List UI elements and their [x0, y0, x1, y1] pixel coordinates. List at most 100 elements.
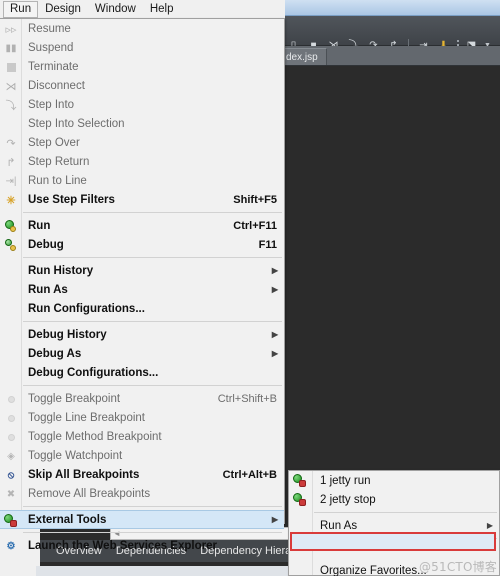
- menu-item-run[interactable]: Run Ctrl+F11: [0, 216, 284, 235]
- menu-item-terminate[interactable]: Terminate: [0, 57, 284, 76]
- menu-item-remove-all-breakpoints[interactable]: ✖ Remove All Breakpoints: [0, 484, 284, 503]
- menu-item-skip-all-breakpoints[interactable]: ⦸ Skip All Breakpoints Ctrl+Alt+B: [0, 465, 284, 484]
- editor-tab-index-jsp[interactable]: dex.jsp: [282, 48, 327, 65]
- menu-item-shortcut: Ctrl+Alt+B: [222, 468, 277, 481]
- submenu-arrow-icon: ▶: [271, 515, 278, 524]
- menubar-item-design[interactable]: Design: [38, 1, 88, 18]
- menu-item-label: Debug Configurations...: [28, 366, 159, 379]
- menu-item-label: Run Configurations...: [28, 302, 145, 315]
- menu-separator: [23, 321, 282, 322]
- menu-item-label: Launch the Web Services Explorer: [28, 539, 217, 552]
- disconnect-icon: ⋊: [5, 80, 17, 93]
- menu-separator: [23, 257, 282, 258]
- submenu-item-label: 2 jetty stop: [320, 493, 376, 506]
- skip-breakpoints-icon: ⦸: [7, 469, 15, 481]
- menu-bar[interactable]: Run Design Window Help: [0, 0, 285, 18]
- submenu-item-label: Organize Favorites...: [320, 564, 427, 576]
- menubar-item-help[interactable]: Help: [143, 1, 181, 18]
- menu-separator: [23, 385, 282, 386]
- debug-icon: [3, 237, 19, 253]
- submenu-item-label: 1 jetty run: [320, 474, 371, 487]
- menu-item-label: Toggle Watchpoint: [28, 449, 123, 462]
- menu-item-disconnect[interactable]: ⋊ Disconnect: [0, 76, 284, 95]
- run-to-line-icon: ⇥|: [5, 175, 17, 187]
- submenu-arrow-icon: ▶: [271, 285, 278, 294]
- submenu-item-2-jetty-stop[interactable]: 2 jetty stop: [289, 490, 499, 509]
- menu-item-label: Terminate: [28, 60, 79, 73]
- menu-item-label: Suspend: [28, 41, 74, 54]
- run-menu-items: ▹▹ Resume ▮▮ Suspend Terminate ⋊ Disconnect ⤵ St…: [0, 19, 284, 555]
- menu-item-label: Toggle Breakpoint: [28, 392, 121, 405]
- menu-item-launch-the-web-services-explorer[interactable]: ⚙ Launch the Web Services Explorer: [0, 536, 284, 555]
- menu-item-label: Run: [28, 219, 51, 232]
- watermark-text: @51CTO博客: [418, 560, 497, 574]
- watchpoint-icon: ◈: [7, 450, 15, 462]
- submenu-arrow-icon: ▶: [271, 330, 278, 339]
- submenu-arrow-icon: ▶: [271, 349, 278, 358]
- menu-item-label: Run As: [28, 283, 68, 296]
- menu-item-toggle-watchpoint[interactable]: ◈ Toggle Watchpoint: [0, 446, 284, 465]
- menu-item-label: Run History: [28, 264, 94, 277]
- menu-item-label: Remove All Breakpoints: [28, 487, 151, 500]
- breakpoint-icon: [3, 410, 19, 426]
- run-icon: [3, 218, 19, 234]
- external-tools-icon: [3, 513, 19, 529]
- menu-item-debug-configurations[interactable]: Debug Configurations...: [0, 363, 284, 382]
- menu-item-label: Disconnect: [28, 79, 85, 92]
- run-dropdown-menu[interactable]: ▹▹ Resume ▮▮ Suspend Terminate ⋊ Disconnect ⤵ St…: [0, 18, 285, 552]
- menu-item-external-tools[interactable]: External Tools ▶: [0, 510, 284, 529]
- menu-item-step-return[interactable]: ↱ Step Return: [0, 152, 284, 171]
- menu-item-run-history[interactable]: Run History ▶: [0, 261, 284, 280]
- menubar-item-window[interactable]: Window: [88, 1, 143, 18]
- step-return-icon: ↱: [6, 156, 16, 169]
- screenshot-root: ▯ ■ ⋊ ⤵ ↷ ↱ ⇥ ⬇ ⬔ ▼ ⚐ ▼ dex.jsp rg.apach…: [0, 0, 500, 576]
- external-tools-configurations-selection-box[interactable]: [290, 532, 496, 551]
- menu-separator: [23, 212, 282, 213]
- menu-item-label: Run to Line: [28, 174, 87, 187]
- menu-item-run-as[interactable]: Run As ▶: [0, 280, 284, 299]
- menu-item-label: Step Over: [28, 136, 80, 149]
- resume-icon: ▹▹: [5, 23, 17, 36]
- menu-item-label: Debug As: [28, 347, 82, 360]
- menu-item-run-configurations[interactable]: Run Configurations...: [0, 299, 284, 318]
- menu-item-shortcut: F11: [258, 238, 277, 251]
- submenu-separator: [314, 512, 497, 513]
- menu-item-debug-history[interactable]: Debug History ▶: [0, 325, 284, 344]
- menu-separator: [23, 532, 282, 533]
- menubar-item-run[interactable]: Run: [3, 0, 39, 18]
- menu-separator: [23, 506, 282, 507]
- terminate-icon: [3, 59, 19, 75]
- menu-item-use-step-filters[interactable]: ✳ Use Step Filters Shift+F5: [0, 190, 284, 209]
- menu-item-label: Toggle Line Breakpoint: [28, 411, 145, 424]
- menu-item-resume[interactable]: ▹▹ Resume: [0, 19, 284, 38]
- menu-item-run-to-line[interactable]: ⇥| Run to Line: [0, 171, 284, 190]
- menu-item-toggle-line-breakpoint[interactable]: Toggle Line Breakpoint: [0, 408, 284, 427]
- step-into-icon: ⤵: [5, 100, 17, 112]
- submenu-item-1-jetty-run[interactable]: 1 jetty run: [289, 471, 499, 490]
- menu-item-debug-as[interactable]: Debug As ▶: [0, 344, 284, 363]
- external-tools-icon: [292, 473, 308, 489]
- submenu-arrow-icon: ▶: [486, 521, 493, 530]
- step-over-icon: ↷: [6, 137, 16, 150]
- remove-breakpoints-icon: ✖: [6, 488, 16, 500]
- menu-item-label: Resume: [28, 22, 71, 35]
- submenu-arrow-icon: ▶: [271, 266, 278, 275]
- menu-item-suspend[interactable]: ▮▮ Suspend: [0, 38, 284, 57]
- menu-item-label: Step Into: [28, 98, 75, 111]
- menu-item-label: Toggle Method Breakpoint: [28, 430, 162, 443]
- menu-item-label: Step Return: [28, 155, 90, 168]
- menu-item-toggle-breakpoint[interactable]: Toggle Breakpoint Ctrl+Shift+B: [0, 389, 284, 408]
- menu-item-shortcut: Ctrl+F11: [233, 219, 277, 232]
- menu-item-step-into[interactable]: ⤵ Step Into: [0, 95, 284, 114]
- menu-item-label: Step Into Selection: [28, 117, 125, 130]
- menu-item-step-into-selection[interactable]: Step Into Selection: [0, 114, 284, 133]
- breakpoint-icon: [3, 391, 19, 407]
- menu-item-step-over[interactable]: ↷ Step Over: [0, 133, 284, 152]
- menu-item-label: External Tools: [28, 513, 107, 526]
- menu-item-shortcut: Shift+F5: [233, 193, 277, 206]
- menu-item-label: Debug: [28, 238, 64, 251]
- web-services-icon: ⚙: [6, 540, 16, 552]
- menu-item-toggle-method-breakpoint[interactable]: Toggle Method Breakpoint: [0, 427, 284, 446]
- menu-item-debug[interactable]: Debug F11: [0, 235, 284, 254]
- breakpoint-icon: [3, 429, 19, 445]
